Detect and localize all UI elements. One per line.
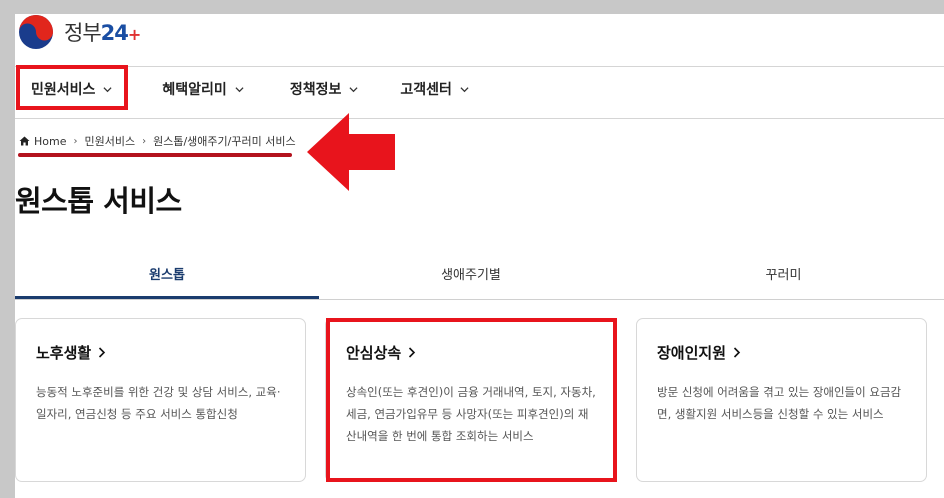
site-logo[interactable]: 정부24+ [18, 14, 141, 50]
breadcrumb: Home › 민원서비스 › 원스톱/생애주기/꾸러미 서비스 [19, 133, 296, 149]
tab-bundle[interactable]: 꾸러미 [623, 261, 944, 299]
nav-highlight-box [16, 65, 128, 110]
breadcrumb-home[interactable]: Home [34, 135, 66, 148]
chevron-right-icon [733, 347, 741, 358]
card-title: 노후생활 [36, 342, 106, 363]
breadcrumb-highlight-underline [18, 153, 292, 157]
nav-divider-top [15, 66, 944, 67]
nav-item-benefits[interactable]: 혜택알리미 [162, 79, 244, 99]
chevron-down-icon [460, 86, 469, 92]
breadcrumb-separator-icon: › [73, 135, 78, 147]
taegeuk-icon [19, 15, 53, 49]
nav-divider-bottom [15, 118, 944, 119]
nav-item-customer-center[interactable]: 고객센터 [400, 79, 469, 99]
card-description: 방문 신청에 어려움을 겪고 있는 장애인들이 요금감면, 생활지원 서비스등을… [657, 385, 902, 421]
breadcrumb-item-civil-services[interactable]: 민원서비스 [84, 133, 135, 149]
card-title: 장애인지원 [657, 342, 741, 363]
chevron-right-icon [99, 347, 106, 358]
nav-item-policy[interactable]: 정책정보 [290, 79, 359, 99]
card-description: 능동적 노후준비를 위한 건강 및 상담 서비스, 교육·일자리, 연금신청 등… [36, 385, 281, 421]
breadcrumb-item-current[interactable]: 원스톱/생애주기/꾸러미 서비스 [153, 133, 295, 149]
chevron-down-icon [235, 86, 244, 92]
logo-text: 정부24+ [64, 21, 141, 45]
chevron-down-icon [349, 86, 358, 92]
card-highlight-box [326, 318, 617, 482]
breadcrumb-separator-icon: › [142, 135, 147, 147]
service-card-disability-support[interactable]: 장애인지원 방문 신청에 어려움을 겪고 있는 장애인들이 요금감면, 생활지원… [636, 318, 927, 482]
service-card-retirement[interactable]: 노후생활 능동적 노후준비를 위한 건강 및 상담 서비스, 교육·일자리, 연… [15, 318, 306, 482]
tab-bar: 원스톱 생애주기별 꾸러미 [15, 261, 944, 300]
page: 정부24+ 민원서비스 혜택알리미 정책정보 고객센터 Home › 민원서비스… [15, 14, 944, 498]
left-arrow-icon [307, 113, 395, 191]
page-title: 원스톱 서비스 [15, 184, 182, 218]
home-icon [19, 136, 30, 146]
tab-life-cycle[interactable]: 생애주기별 [319, 261, 623, 299]
tab-one-stop[interactable]: 원스톱 [15, 261, 319, 299]
